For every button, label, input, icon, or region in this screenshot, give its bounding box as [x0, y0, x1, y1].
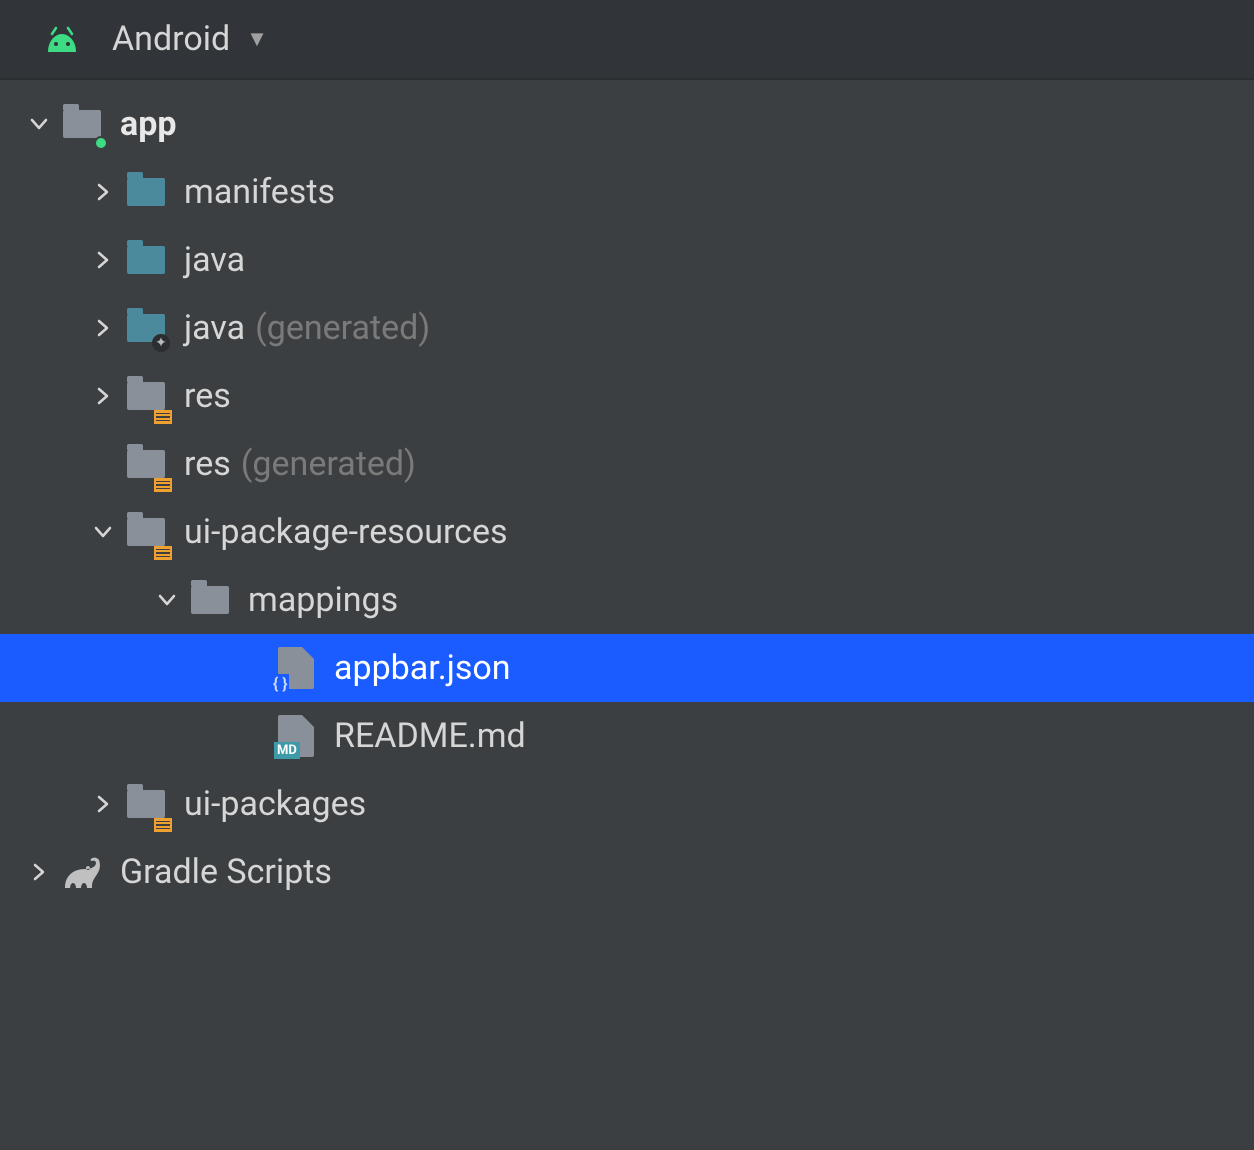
- folder-icon: [124, 238, 168, 282]
- chevron-right-icon[interactable]: [82, 250, 124, 270]
- tree-node-label: ui-package-resources: [184, 512, 508, 552]
- project-view-header[interactable]: Android ▼: [0, 0, 1254, 80]
- tree-node-label: mappings: [248, 580, 398, 620]
- tree-node-res-generated[interactable]: res(generated): [0, 430, 1254, 498]
- json-file-icon: [274, 646, 318, 690]
- resource-folder-icon: [124, 782, 168, 826]
- tree-node-label: ui-packages: [184, 784, 366, 824]
- tree-node-label: java(generated): [184, 308, 430, 348]
- tree-node-ui-packages[interactable]: ui-packages: [0, 770, 1254, 838]
- tree-node-java-generated[interactable]: ✦ java(generated): [0, 294, 1254, 362]
- project-view-label: Android: [112, 19, 230, 59]
- resource-folder-icon: [124, 510, 168, 554]
- chevron-right-icon[interactable]: [18, 862, 60, 882]
- project-tree: app manifests java ✦ java(generated): [0, 80, 1254, 906]
- chevron-down-icon[interactable]: [82, 522, 124, 542]
- chevron-right-icon[interactable]: [82, 182, 124, 202]
- resource-folder-icon: [124, 442, 168, 486]
- tree-node-label: README.md: [334, 716, 526, 756]
- tree-node-mappings[interactable]: mappings: [0, 566, 1254, 634]
- tree-node-ui-package-resources[interactable]: ui-package-resources: [0, 498, 1254, 566]
- tree-node-label: res(generated): [184, 444, 416, 484]
- tree-node-label: app: [120, 104, 176, 144]
- chevron-down-icon[interactable]: [18, 114, 60, 134]
- tree-node-java[interactable]: java: [0, 226, 1254, 294]
- generated-folder-icon: ✦: [124, 306, 168, 350]
- tree-node-label: res: [184, 376, 231, 416]
- chevron-down-icon[interactable]: [146, 590, 188, 610]
- resource-folder-icon: [124, 374, 168, 418]
- markdown-file-icon: [274, 714, 318, 758]
- tree-node-readme-md[interactable]: README.md: [0, 702, 1254, 770]
- tree-node-app[interactable]: app: [0, 90, 1254, 158]
- folder-icon: [124, 170, 168, 214]
- gradle-icon: [60, 850, 104, 894]
- tree-node-res[interactable]: res: [0, 362, 1254, 430]
- module-folder-icon: [60, 102, 104, 146]
- tree-node-appbar-json[interactable]: appbar.json: [0, 634, 1254, 702]
- chevron-right-icon[interactable]: [82, 318, 124, 338]
- tree-node-gradle-scripts[interactable]: Gradle Scripts: [0, 838, 1254, 906]
- tree-node-label: appbar.json: [334, 648, 511, 688]
- android-icon: [40, 17, 84, 61]
- chevron-right-icon[interactable]: [82, 794, 124, 814]
- folder-icon: [188, 578, 232, 622]
- tree-node-manifests[interactable]: manifests: [0, 158, 1254, 226]
- tree-node-label: Gradle Scripts: [120, 852, 332, 892]
- chevron-right-icon[interactable]: [82, 386, 124, 406]
- chevron-down-icon[interactable]: ▼: [246, 26, 268, 52]
- tree-node-label: java: [184, 240, 245, 280]
- tree-node-label: manifests: [184, 172, 335, 212]
